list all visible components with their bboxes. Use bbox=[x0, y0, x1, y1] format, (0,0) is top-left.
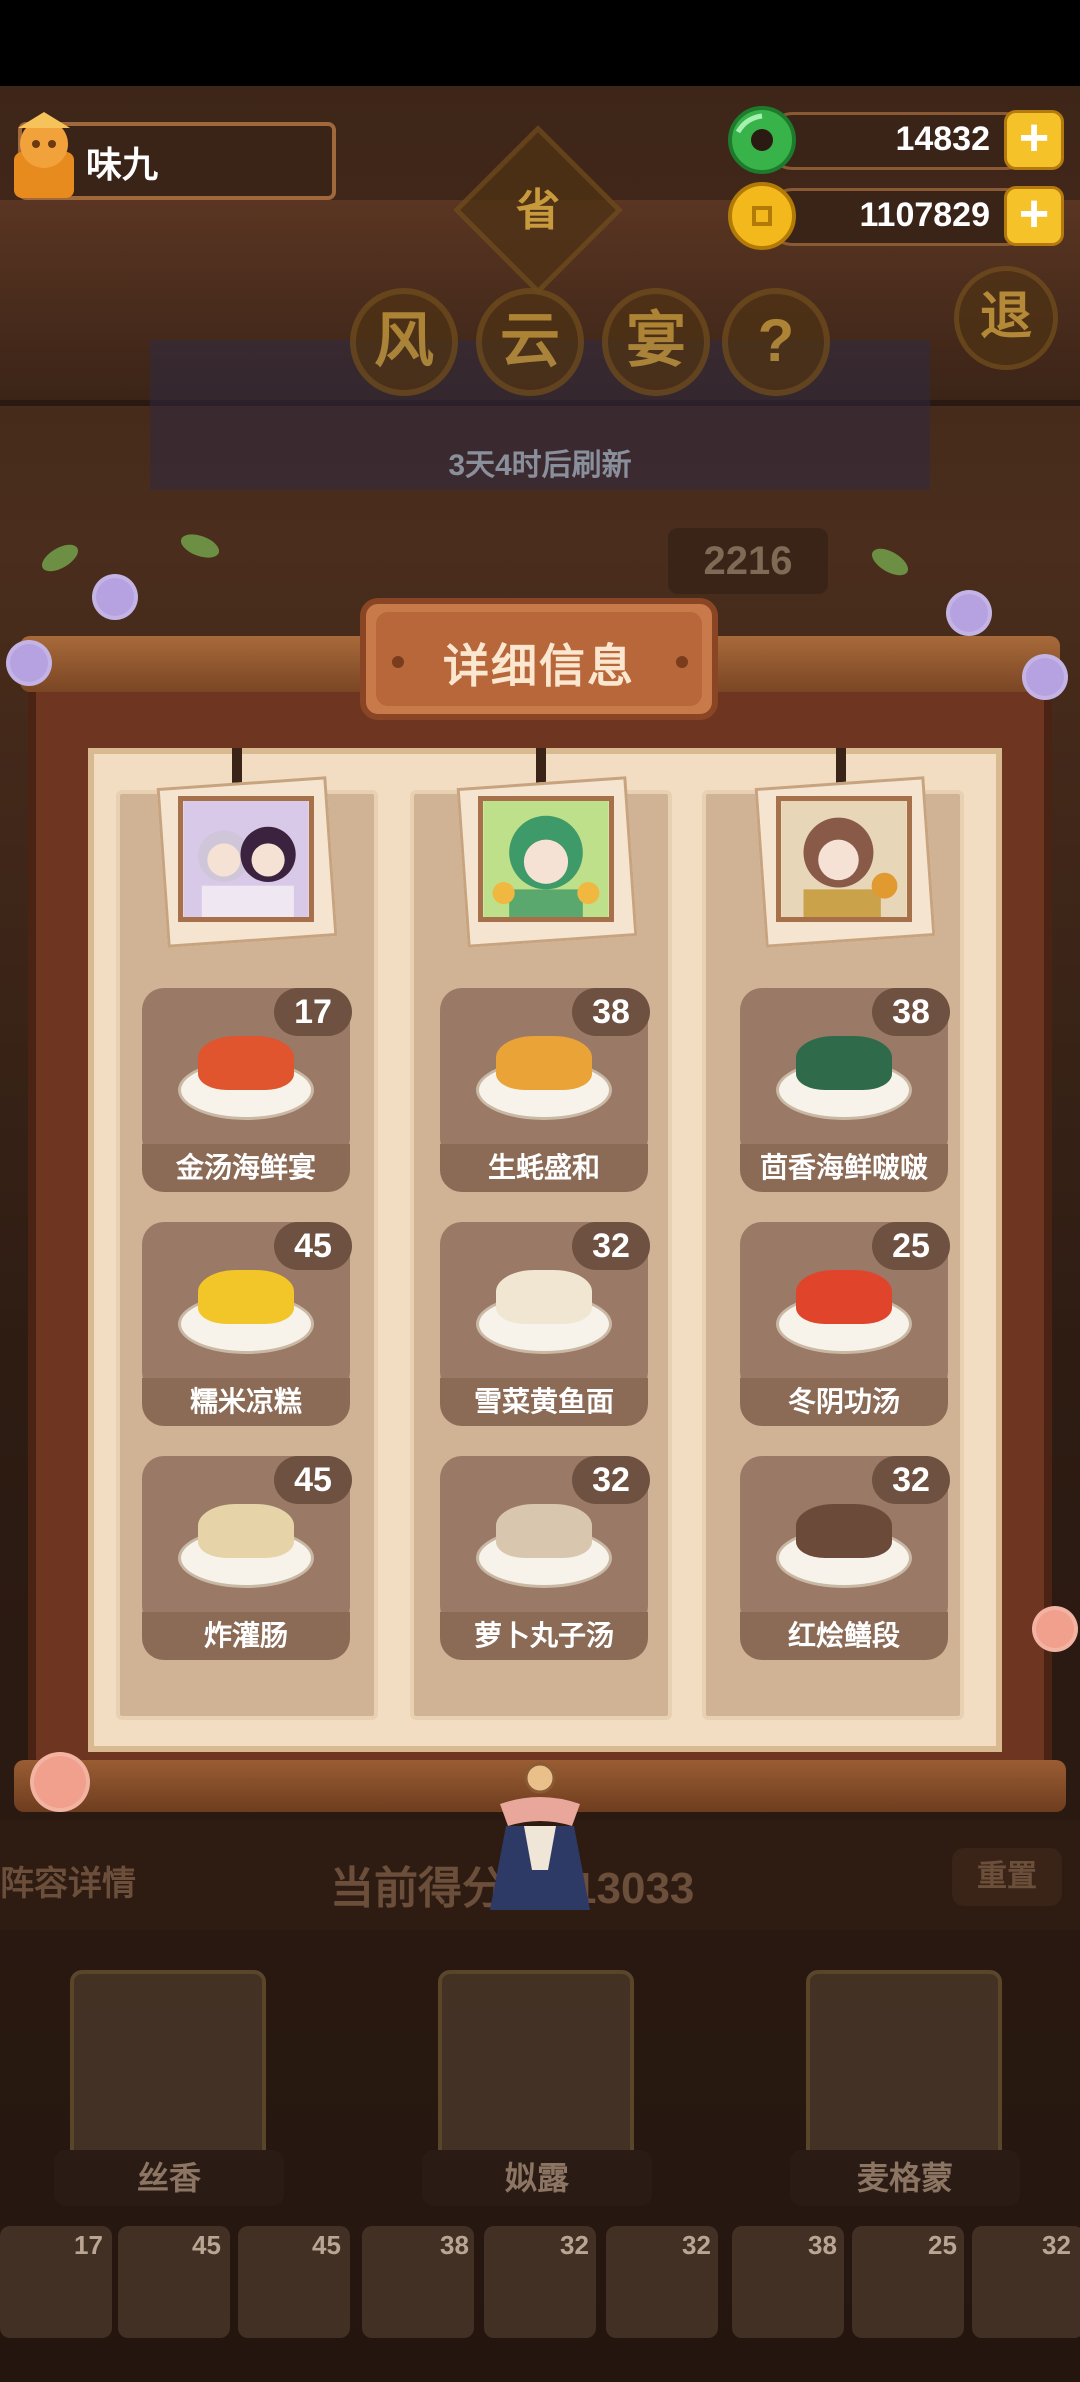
dish-name: 茴香海鲜啵啵 bbox=[740, 1144, 948, 1192]
dish-count: 45 bbox=[274, 1456, 352, 1504]
gold-amount: 1107829 bbox=[859, 196, 991, 234]
flower-decoration bbox=[92, 574, 138, 620]
dish-name: 糯米凉糕 bbox=[142, 1378, 350, 1426]
player-name: 味九 bbox=[86, 144, 159, 185]
lineup-character-card[interactable] bbox=[438, 1970, 634, 2170]
lineup-character-card[interactable] bbox=[70, 1970, 266, 2170]
flower-decoration bbox=[946, 590, 992, 636]
hanging-nail bbox=[536, 748, 546, 784]
event-title-char-1: 风 bbox=[350, 288, 458, 396]
dish-name: 萝卜丸子汤 bbox=[440, 1612, 648, 1660]
lineup-dish-count: 17 bbox=[74, 2230, 103, 2260]
dish-name: 生蚝盛和 bbox=[440, 1144, 648, 1192]
reset-button[interactable]: 重置 bbox=[952, 1848, 1062, 1906]
flower-decoration bbox=[30, 1752, 90, 1812]
score-display: 2216 bbox=[668, 528, 828, 594]
dish-count: 32 bbox=[872, 1456, 950, 1504]
dish-count: 25 bbox=[872, 1222, 950, 1270]
event-title-char-3: 宴 bbox=[602, 288, 710, 396]
lineup-dish-count: 25 bbox=[928, 2230, 957, 2260]
flower-decoration bbox=[1032, 1606, 1078, 1652]
dish-name: 冬阴功汤 bbox=[740, 1378, 948, 1426]
add-jade-button[interactable]: + bbox=[1004, 110, 1064, 170]
flower-decoration bbox=[1022, 654, 1068, 700]
dish-count: 38 bbox=[572, 988, 650, 1036]
brown-hair-character-portrait[interactable] bbox=[776, 796, 912, 922]
chef-avatar-icon[interactable] bbox=[4, 108, 84, 204]
dish-name: 炸灌肠 bbox=[142, 1612, 350, 1660]
lineup-dish-count: 45 bbox=[312, 2230, 341, 2260]
lineup-dish-count: 32 bbox=[560, 2230, 589, 2260]
dish-image bbox=[198, 1270, 294, 1324]
lineup-character-name: 姒露 bbox=[422, 2150, 652, 2206]
close-tassel-icon[interactable] bbox=[480, 1760, 600, 1920]
lineup-dish-count: 32 bbox=[682, 2230, 711, 2260]
dish-count: 38 bbox=[872, 988, 950, 1036]
lineup-character-card[interactable] bbox=[806, 1970, 1002, 2170]
dish-name: 金汤海鲜宴 bbox=[142, 1144, 350, 1192]
exit-button[interactable]: 退 bbox=[954, 266, 1058, 370]
event-title-char-2: 云 bbox=[476, 288, 584, 396]
dish-count: 32 bbox=[572, 1222, 650, 1270]
dish-image bbox=[796, 1270, 892, 1324]
dish-image bbox=[496, 1270, 592, 1324]
modal-title: 详细信息 bbox=[443, 640, 635, 692]
lineup-character-name: 丝香 bbox=[54, 2150, 284, 2206]
dish-image bbox=[198, 1504, 294, 1558]
dish-image bbox=[496, 1504, 592, 1558]
dish-count: 32 bbox=[572, 1456, 650, 1504]
green-hair-character-portrait[interactable] bbox=[478, 796, 614, 922]
dish-count: 45 bbox=[274, 1222, 352, 1270]
lineup-dish-count: 38 bbox=[440, 2230, 469, 2260]
refresh-timer: 3天4时后刷新 bbox=[448, 449, 632, 482]
province-label: 省 bbox=[516, 186, 560, 235]
dish-image bbox=[198, 1036, 294, 1090]
jade-amount: 14832 bbox=[895, 120, 990, 158]
lineup-dish-count: 32 bbox=[1042, 2230, 1071, 2260]
dish-count: 17 bbox=[274, 988, 352, 1036]
dish-image bbox=[496, 1036, 592, 1090]
character-pair-portrait[interactable] bbox=[178, 796, 314, 922]
help-button[interactable]: ? bbox=[722, 288, 830, 396]
status-bar bbox=[0, 0, 1080, 86]
add-gold-button[interactable]: + bbox=[1004, 186, 1064, 246]
flower-decoration bbox=[6, 640, 52, 686]
dish-name: 雪菜黄鱼面 bbox=[440, 1378, 648, 1426]
lineup-detail-link[interactable]: 阵容详情 bbox=[0, 1856, 136, 1905]
lineup-dish-count: 45 bbox=[192, 2230, 221, 2260]
hanging-nail bbox=[836, 748, 846, 784]
lineup-dish-count: 38 bbox=[808, 2230, 837, 2260]
lineup-character-name: 麦格蒙 bbox=[790, 2150, 1020, 2206]
dish-image bbox=[796, 1036, 892, 1090]
dish-name: 红烩鳝段 bbox=[740, 1612, 948, 1660]
dish-image bbox=[796, 1504, 892, 1558]
hanging-nail bbox=[232, 748, 242, 784]
